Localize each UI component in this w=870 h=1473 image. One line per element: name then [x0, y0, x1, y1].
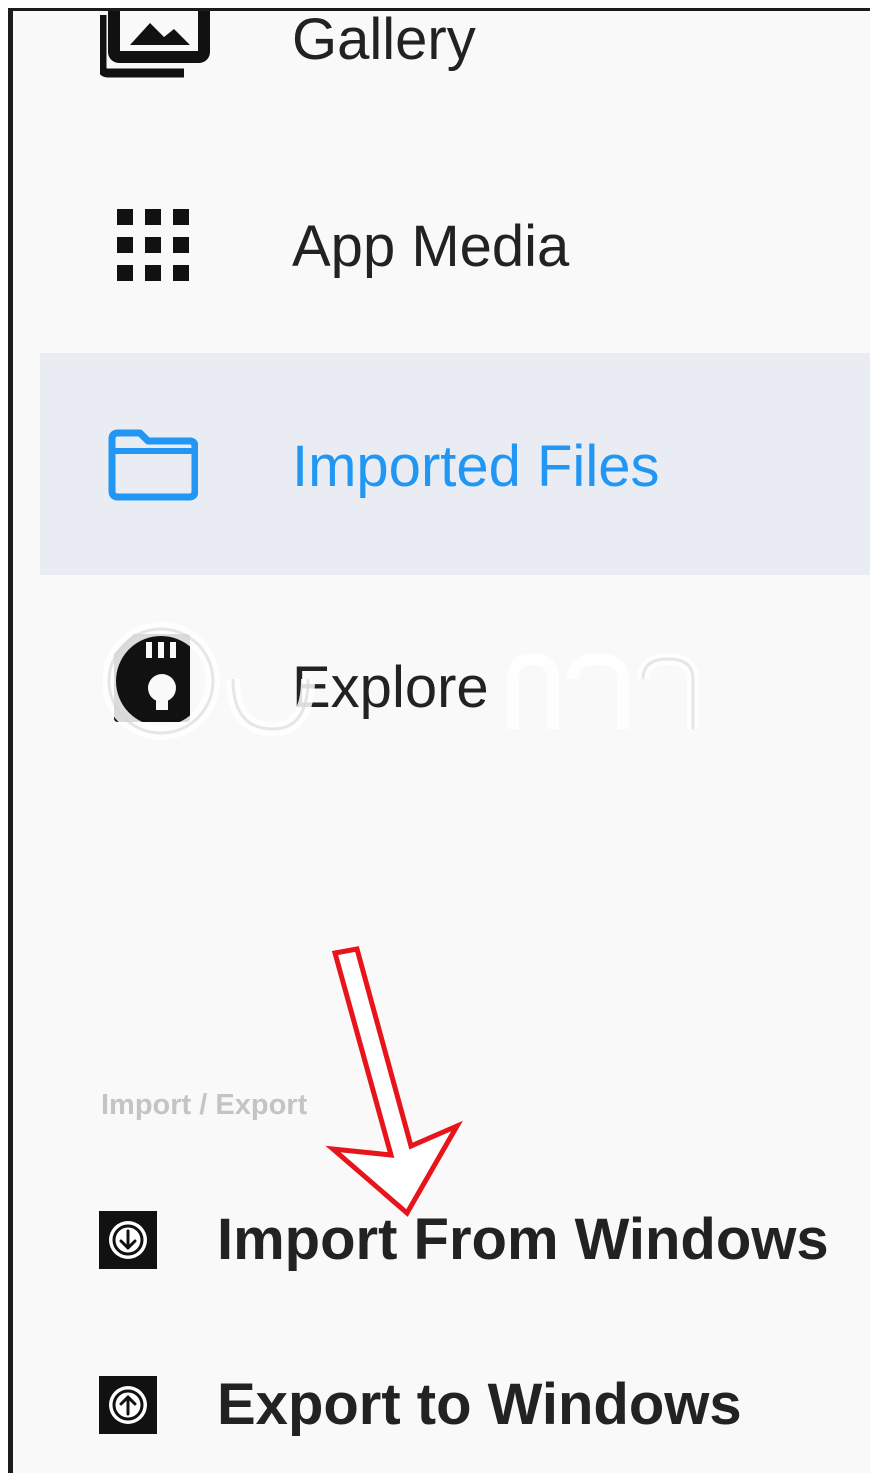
import-from-windows-label: Import From Windows [217, 1207, 829, 1272]
grid-icon [117, 209, 217, 309]
export-to-windows-button[interactable]: Export to Windows [83, 1336, 870, 1473]
nav-item-label: App Media [292, 214, 570, 279]
screenshot-frame: Gallery App Media Imported Files Explore… [0, 0, 870, 1473]
nav-item-explore[interactable]: Explore [40, 576, 870, 798]
nav-item-app-media[interactable]: App Media [40, 136, 870, 358]
nav-item-label: Gallery [292, 11, 476, 72]
nav-item-imported-files[interactable]: Imported Files [40, 353, 870, 575]
nav-item-gallery[interactable]: Gallery [40, 11, 870, 123]
nav-item-label: Imported Files [292, 434, 660, 499]
gallery-icon [97, 11, 210, 105]
import-from-windows-button[interactable]: Import From Windows [83, 1171, 870, 1311]
window-border-top [8, 8, 870, 11]
section-header-import-export: Import / Export [101, 1089, 308, 1121]
window-border-left [8, 8, 13, 1473]
nav-item-label: Explore [292, 655, 489, 720]
folder-icon [108, 429, 208, 529]
import-download-icon [99, 1211, 157, 1269]
export-to-windows-label: Export to Windows [217, 1372, 742, 1437]
navigation-drawer: Gallery App Media Imported Files Explore… [13, 11, 870, 1473]
export-upload-icon [99, 1376, 157, 1434]
sd-card-icon [112, 632, 212, 732]
